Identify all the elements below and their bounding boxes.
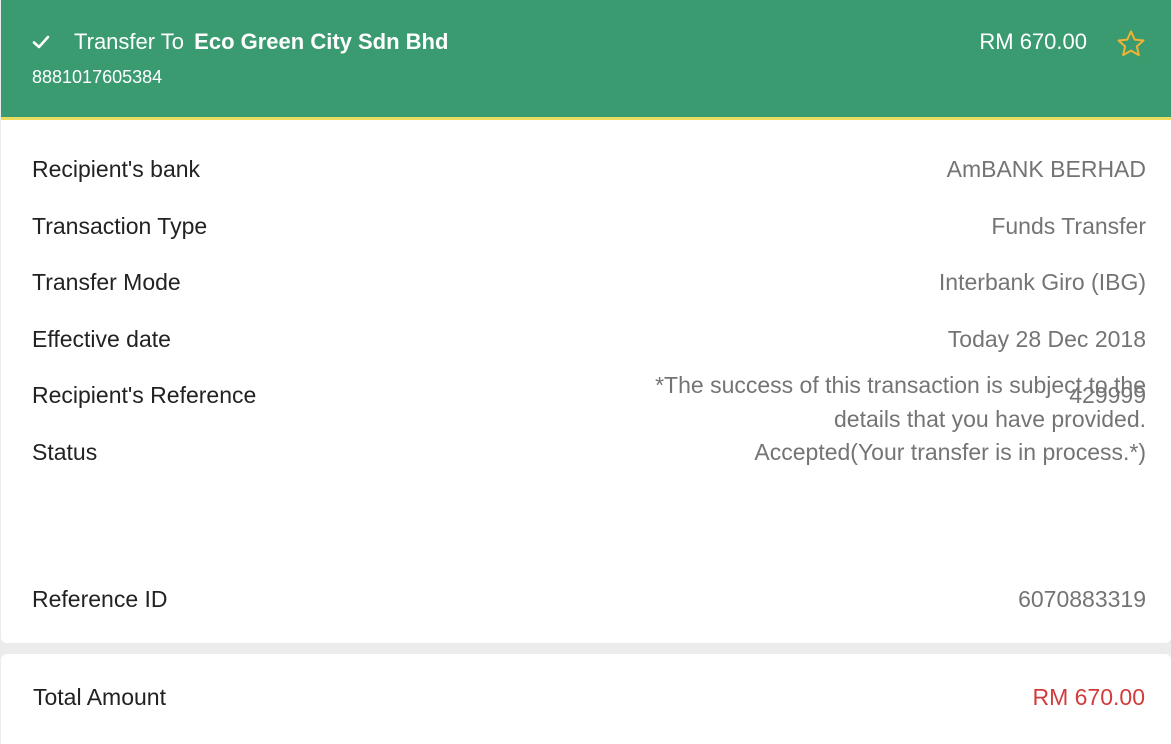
account-number: 8881017605384 [32, 67, 163, 87]
detail-row-recipient-bank: Recipient's bank AmBANK BERHAD [1, 123, 1171, 182]
detail-row-transfer-mode: Transfer Mode Interbank Giro (IBG) [1, 236, 1171, 295]
check-icon [32, 35, 50, 49]
total-amount-label: Total Amount [33, 684, 166, 710]
transfer-header: Transfer To Eco Green City Sdn Bhd 88810… [1, 0, 1171, 120]
detail-row-transaction-type: Transaction Type Funds Transfer [1, 180, 1171, 239]
header-amount: RM 670.00 [979, 29, 1087, 54]
detail-label: Status [32, 438, 98, 465]
transfer-title: Transfer To Eco Green City Sdn Bhd [74, 28, 448, 56]
transaction-disclaimer: *The success of this transaction is subj… [655, 372, 1146, 432]
detail-label: Reference ID [32, 586, 168, 612]
payee-name: Eco Green City Sdn Bhd [194, 29, 449, 54]
transfer-title-prefix: Transfer To [74, 29, 185, 54]
detail-row-reference-id: Reference ID 6070883319 [1, 581, 1171, 617]
total-amount-value: RM 670.00 [1032, 684, 1145, 710]
star-outline-icon[interactable] [1115, 28, 1147, 60]
detail-row-effective-date: Effective date Today 28 Dec 2018 [1, 293, 1171, 352]
transfer-receipt-card: Transfer To Eco Green City Sdn Bhd 88810… [1, 0, 1171, 643]
reference-id-value: 6070883319 [1018, 586, 1146, 612]
